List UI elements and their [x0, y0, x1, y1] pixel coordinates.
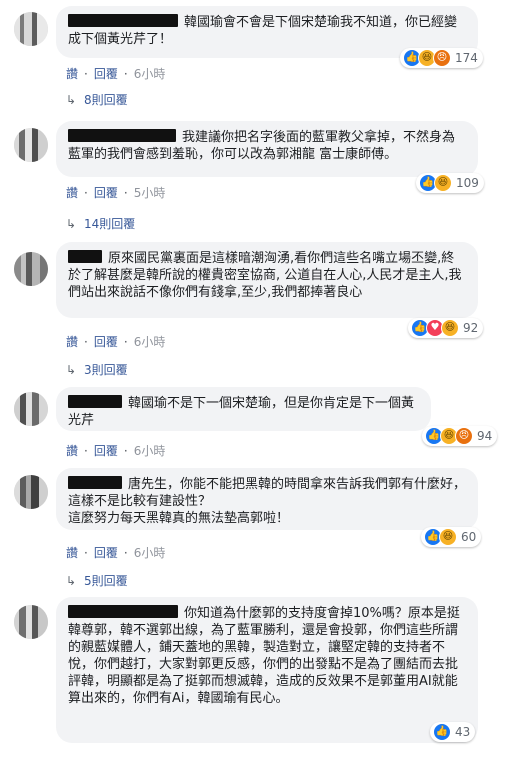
view-replies-link[interactable]: ↳ 14則回覆 — [66, 215, 135, 232]
angry-icon: 😠 — [455, 427, 473, 445]
comment-text: 唐先生，你能不能把黑韓的時間拿來告訴我們郭有什麼好，這樣不是比較有建設性？ 這麼… — [68, 477, 467, 526]
comment-actions: 讚 · 回覆 · 6小時 — [66, 444, 166, 458]
reply-arrow-icon: ↳ — [66, 217, 77, 231]
comment-actions: 讚 · 回覆 · 6小時 — [66, 335, 166, 349]
reaction-count: 92 — [463, 321, 479, 335]
avatar[interactable] — [14, 128, 48, 162]
comment-bubble: 你知道為什麼郭的支持度會掉10%嗎？原本是挺韓尊郭，韓不選郭出線，為了藍軍勝利，… — [56, 597, 478, 743]
reaction-summary[interactable]: 👍 😆 60 — [421, 527, 482, 547]
like-button[interactable]: 讚 — [66, 186, 78, 200]
reply-button[interactable]: 回覆 — [94, 186, 118, 200]
reply-button[interactable]: 回覆 — [94, 335, 118, 349]
reaction-count: 94 — [477, 429, 493, 443]
view-replies-link[interactable]: ↳ 5則回覆 — [66, 572, 128, 589]
timestamp[interactable]: 6小時 — [134, 67, 166, 81]
reaction-count: 60 — [461, 530, 477, 544]
reaction-count: 174 — [455, 51, 478, 65]
replies-count: 5則回覆 — [84, 574, 128, 588]
comment-actions: 讚 · 回覆 · 5小時 — [66, 186, 166, 200]
comment-bubble: 我建議你把名字後面的藍軍教父拿掉，不然身為藍軍的我們會感到羞恥，你可以改為郭湘龍… — [56, 121, 478, 177]
comment-bubble: 唐先生，你能不能把黑韓的時間拿來告訴我們郭有什麼好，這樣不是比較有建設性？ 這麼… — [56, 468, 478, 530]
redacted-author-name[interactable] — [68, 395, 122, 408]
reply-arrow-icon: ↳ — [66, 574, 77, 588]
comment-text: 原來國民黨裏面是這樣暗潮洶湧,看你們這些名嘴立場丕變,終於了解甚麼是韓所說的權貴… — [68, 251, 462, 300]
haha-icon: 😆 — [439, 528, 457, 546]
like-icon: 👍 — [433, 723, 451, 741]
timestamp[interactable]: 6小時 — [134, 546, 166, 560]
comment-bubble: 原來國民黨裏面是這樣暗潮洶湧,看你們這些名嘴立場丕變,終於了解甚麼是韓所說的權貴… — [56, 242, 478, 318]
avatar[interactable] — [14, 475, 48, 509]
reply-arrow-icon: ↳ — [66, 93, 77, 107]
reply-button[interactable]: 回覆 — [94, 546, 118, 560]
replies-count: 3則回覆 — [84, 363, 128, 377]
view-replies-link[interactable]: ↳ 8則回覆 — [66, 91, 128, 108]
avatar[interactable] — [14, 605, 48, 639]
redacted-author-name[interactable] — [68, 605, 178, 618]
reaction-summary[interactable]: 👍 😆 😠 94 — [422, 426, 498, 446]
avatar[interactable] — [14, 392, 48, 426]
reply-arrow-icon: ↳ — [66, 363, 77, 377]
redacted-author-name[interactable] — [68, 250, 102, 263]
avatar[interactable] — [14, 12, 48, 46]
comment-actions: 讚 · 回覆 · 6小時 — [66, 546, 166, 560]
avatar[interactable] — [14, 252, 48, 286]
reaction-count: 43 — [455, 725, 471, 739]
like-button[interactable]: 讚 — [66, 546, 78, 560]
comment-actions: 讚 · 回覆 · 6小時 — [66, 67, 166, 81]
reply-button[interactable]: 回覆 — [94, 67, 118, 81]
like-button[interactable]: 讚 — [66, 335, 78, 349]
replies-count: 8則回覆 — [84, 93, 128, 107]
like-button[interactable]: 讚 — [66, 444, 78, 458]
comment-bubble: 韓國瑜不是下一個宋楚瑜，但是你肯定是下一個黃光芹 — [56, 387, 431, 431]
replies-count: 14則回覆 — [84, 217, 136, 231]
timestamp[interactable]: 5小時 — [134, 186, 166, 200]
reply-button[interactable]: 回覆 — [94, 444, 118, 458]
view-replies-link[interactable]: ↳ 3則回覆 — [66, 361, 128, 378]
reaction-summary[interactable]: 👍 ♥ 😆 92 — [408, 318, 484, 338]
haha-icon: 😆 — [441, 319, 459, 337]
redacted-author-name[interactable] — [68, 129, 176, 142]
redacted-author-name[interactable] — [68, 14, 178, 27]
reaction-count: 109 — [456, 176, 479, 190]
redacted-author-name[interactable] — [68, 476, 122, 489]
reaction-summary[interactable]: 👍 43 — [430, 722, 476, 742]
timestamp[interactable]: 6小時 — [134, 335, 166, 349]
reaction-summary[interactable]: 👍 😆 109 — [416, 173, 484, 193]
comment-text: 你知道為什麼郭的支持度會掉10%嗎？原本是挺韓尊郭，韓不選郭出線，為了藍軍勝利，… — [68, 606, 460, 706]
like-button[interactable]: 讚 — [66, 67, 78, 81]
haha-icon: 😆 — [434, 174, 452, 192]
timestamp[interactable]: 6小時 — [134, 444, 166, 458]
reaction-summary[interactable]: 👍 😆 😠 174 — [400, 48, 483, 68]
angry-icon: 😠 — [433, 49, 451, 67]
